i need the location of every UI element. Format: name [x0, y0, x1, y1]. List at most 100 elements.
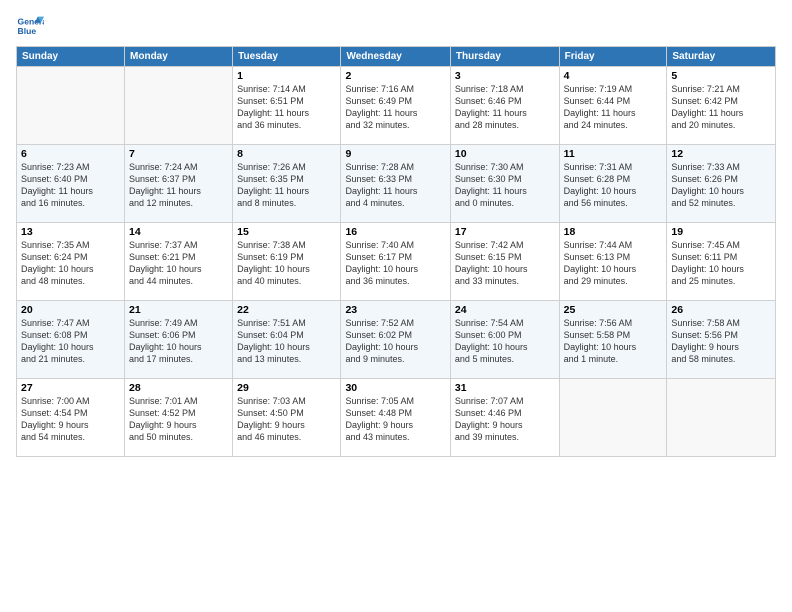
day-info: Sunrise: 7:30 AM Sunset: 6:30 PM Dayligh…: [455, 161, 555, 210]
day-number: 18: [564, 226, 663, 238]
day-info: Sunrise: 7:42 AM Sunset: 6:15 PM Dayligh…: [455, 239, 555, 288]
weekday-header-cell: Friday: [559, 47, 667, 67]
day-number: 30: [345, 382, 445, 394]
day-info: Sunrise: 7:44 AM Sunset: 6:13 PM Dayligh…: [564, 239, 663, 288]
calendar-cell: [125, 67, 233, 145]
day-info: Sunrise: 7:21 AM Sunset: 6:42 PM Dayligh…: [671, 83, 771, 132]
day-number: 31: [455, 382, 555, 394]
day-number: 23: [345, 304, 445, 316]
calendar-cell: 10Sunrise: 7:30 AM Sunset: 6:30 PM Dayli…: [450, 145, 559, 223]
calendar-table: SundayMondayTuesdayWednesdayThursdayFrid…: [16, 46, 776, 457]
weekday-header-row: SundayMondayTuesdayWednesdayThursdayFrid…: [17, 47, 776, 67]
calendar-cell: 22Sunrise: 7:51 AM Sunset: 6:04 PM Dayli…: [233, 301, 341, 379]
svg-text:Blue: Blue: [18, 26, 37, 36]
day-info: Sunrise: 7:24 AM Sunset: 6:37 PM Dayligh…: [129, 161, 228, 210]
day-info: Sunrise: 7:18 AM Sunset: 6:46 PM Dayligh…: [455, 83, 555, 132]
calendar-cell: 2Sunrise: 7:16 AM Sunset: 6:49 PM Daylig…: [341, 67, 450, 145]
day-number: 25: [564, 304, 663, 316]
day-info: Sunrise: 7:07 AM Sunset: 4:46 PM Dayligh…: [455, 395, 555, 444]
day-info: Sunrise: 7:01 AM Sunset: 4:52 PM Dayligh…: [129, 395, 228, 444]
day-info: Sunrise: 7:37 AM Sunset: 6:21 PM Dayligh…: [129, 239, 228, 288]
calendar-week-row: 6Sunrise: 7:23 AM Sunset: 6:40 PM Daylig…: [17, 145, 776, 223]
header: General Blue: [16, 12, 776, 40]
day-number: 28: [129, 382, 228, 394]
calendar-cell: 17Sunrise: 7:42 AM Sunset: 6:15 PM Dayli…: [450, 223, 559, 301]
weekday-header-cell: Sunday: [17, 47, 125, 67]
day-info: Sunrise: 7:38 AM Sunset: 6:19 PM Dayligh…: [237, 239, 336, 288]
day-info: Sunrise: 7:45 AM Sunset: 6:11 PM Dayligh…: [671, 239, 771, 288]
logo: General Blue: [16, 12, 44, 40]
calendar-cell: 1Sunrise: 7:14 AM Sunset: 6:51 PM Daylig…: [233, 67, 341, 145]
weekday-header-cell: Saturday: [667, 47, 776, 67]
day-info: Sunrise: 7:28 AM Sunset: 6:33 PM Dayligh…: [345, 161, 445, 210]
calendar-cell: 28Sunrise: 7:01 AM Sunset: 4:52 PM Dayli…: [125, 379, 233, 457]
day-number: 2: [345, 70, 445, 82]
day-info: Sunrise: 7:26 AM Sunset: 6:35 PM Dayligh…: [237, 161, 336, 210]
calendar-cell: 15Sunrise: 7:38 AM Sunset: 6:19 PM Dayli…: [233, 223, 341, 301]
day-info: Sunrise: 7:19 AM Sunset: 6:44 PM Dayligh…: [564, 83, 663, 132]
calendar-cell: 8Sunrise: 7:26 AM Sunset: 6:35 PM Daylig…: [233, 145, 341, 223]
day-number: 14: [129, 226, 228, 238]
calendar-cell: 6Sunrise: 7:23 AM Sunset: 6:40 PM Daylig…: [17, 145, 125, 223]
calendar-cell: [667, 379, 776, 457]
calendar-cell: 26Sunrise: 7:58 AM Sunset: 5:56 PM Dayli…: [667, 301, 776, 379]
day-info: Sunrise: 7:51 AM Sunset: 6:04 PM Dayligh…: [237, 317, 336, 366]
day-number: 4: [564, 70, 663, 82]
calendar-cell: 19Sunrise: 7:45 AM Sunset: 6:11 PM Dayli…: [667, 223, 776, 301]
calendar-cell: 24Sunrise: 7:54 AM Sunset: 6:00 PM Dayli…: [450, 301, 559, 379]
calendar-cell: 20Sunrise: 7:47 AM Sunset: 6:08 PM Dayli…: [17, 301, 125, 379]
day-info: Sunrise: 7:23 AM Sunset: 6:40 PM Dayligh…: [21, 161, 120, 210]
calendar-cell: 27Sunrise: 7:00 AM Sunset: 4:54 PM Dayli…: [17, 379, 125, 457]
day-info: Sunrise: 7:52 AM Sunset: 6:02 PM Dayligh…: [345, 317, 445, 366]
day-info: Sunrise: 7:16 AM Sunset: 6:49 PM Dayligh…: [345, 83, 445, 132]
calendar-cell: 14Sunrise: 7:37 AM Sunset: 6:21 PM Dayli…: [125, 223, 233, 301]
calendar-cell: 30Sunrise: 7:05 AM Sunset: 4:48 PM Dayli…: [341, 379, 450, 457]
day-number: 26: [671, 304, 771, 316]
day-number: 21: [129, 304, 228, 316]
calendar-cell: 7Sunrise: 7:24 AM Sunset: 6:37 PM Daylig…: [125, 145, 233, 223]
day-number: 9: [345, 148, 445, 160]
calendar-cell: 31Sunrise: 7:07 AM Sunset: 4:46 PM Dayli…: [450, 379, 559, 457]
day-number: 19: [671, 226, 771, 238]
day-info: Sunrise: 7:49 AM Sunset: 6:06 PM Dayligh…: [129, 317, 228, 366]
calendar-cell: 3Sunrise: 7:18 AM Sunset: 6:46 PM Daylig…: [450, 67, 559, 145]
calendar-week-row: 27Sunrise: 7:00 AM Sunset: 4:54 PM Dayli…: [17, 379, 776, 457]
day-info: Sunrise: 7:35 AM Sunset: 6:24 PM Dayligh…: [21, 239, 120, 288]
calendar-cell: 25Sunrise: 7:56 AM Sunset: 5:58 PM Dayli…: [559, 301, 667, 379]
day-number: 10: [455, 148, 555, 160]
calendar-week-row: 13Sunrise: 7:35 AM Sunset: 6:24 PM Dayli…: [17, 223, 776, 301]
calendar-cell: 5Sunrise: 7:21 AM Sunset: 6:42 PM Daylig…: [667, 67, 776, 145]
day-info: Sunrise: 7:03 AM Sunset: 4:50 PM Dayligh…: [237, 395, 336, 444]
day-number: 24: [455, 304, 555, 316]
day-info: Sunrise: 7:31 AM Sunset: 6:28 PM Dayligh…: [564, 161, 663, 210]
day-number: 29: [237, 382, 336, 394]
calendar-cell: [17, 67, 125, 145]
weekday-header-cell: Tuesday: [233, 47, 341, 67]
day-number: 6: [21, 148, 120, 160]
calendar-cell: 12Sunrise: 7:33 AM Sunset: 6:26 PM Dayli…: [667, 145, 776, 223]
day-info: Sunrise: 7:47 AM Sunset: 6:08 PM Dayligh…: [21, 317, 120, 366]
day-number: 17: [455, 226, 555, 238]
day-info: Sunrise: 7:14 AM Sunset: 6:51 PM Dayligh…: [237, 83, 336, 132]
day-number: 20: [21, 304, 120, 316]
page: General Blue SundayMondayTuesdayWednesda…: [0, 0, 792, 612]
calendar-body: 1Sunrise: 7:14 AM Sunset: 6:51 PM Daylig…: [17, 67, 776, 457]
day-number: 15: [237, 226, 336, 238]
day-info: Sunrise: 7:58 AM Sunset: 5:56 PM Dayligh…: [671, 317, 771, 366]
day-number: 12: [671, 148, 771, 160]
calendar-cell: 4Sunrise: 7:19 AM Sunset: 6:44 PM Daylig…: [559, 67, 667, 145]
logo-icon: General Blue: [16, 12, 44, 40]
calendar-cell: 16Sunrise: 7:40 AM Sunset: 6:17 PM Dayli…: [341, 223, 450, 301]
calendar-cell: 29Sunrise: 7:03 AM Sunset: 4:50 PM Dayli…: [233, 379, 341, 457]
weekday-header-cell: Monday: [125, 47, 233, 67]
day-info: Sunrise: 7:54 AM Sunset: 6:00 PM Dayligh…: [455, 317, 555, 366]
day-info: Sunrise: 7:05 AM Sunset: 4:48 PM Dayligh…: [345, 395, 445, 444]
calendar-cell: 18Sunrise: 7:44 AM Sunset: 6:13 PM Dayli…: [559, 223, 667, 301]
calendar-cell: 11Sunrise: 7:31 AM Sunset: 6:28 PM Dayli…: [559, 145, 667, 223]
day-number: 3: [455, 70, 555, 82]
day-info: Sunrise: 7:33 AM Sunset: 6:26 PM Dayligh…: [671, 161, 771, 210]
day-info: Sunrise: 7:40 AM Sunset: 6:17 PM Dayligh…: [345, 239, 445, 288]
calendar-week-row: 1Sunrise: 7:14 AM Sunset: 6:51 PM Daylig…: [17, 67, 776, 145]
weekday-header-cell: Wednesday: [341, 47, 450, 67]
day-number: 1: [237, 70, 336, 82]
